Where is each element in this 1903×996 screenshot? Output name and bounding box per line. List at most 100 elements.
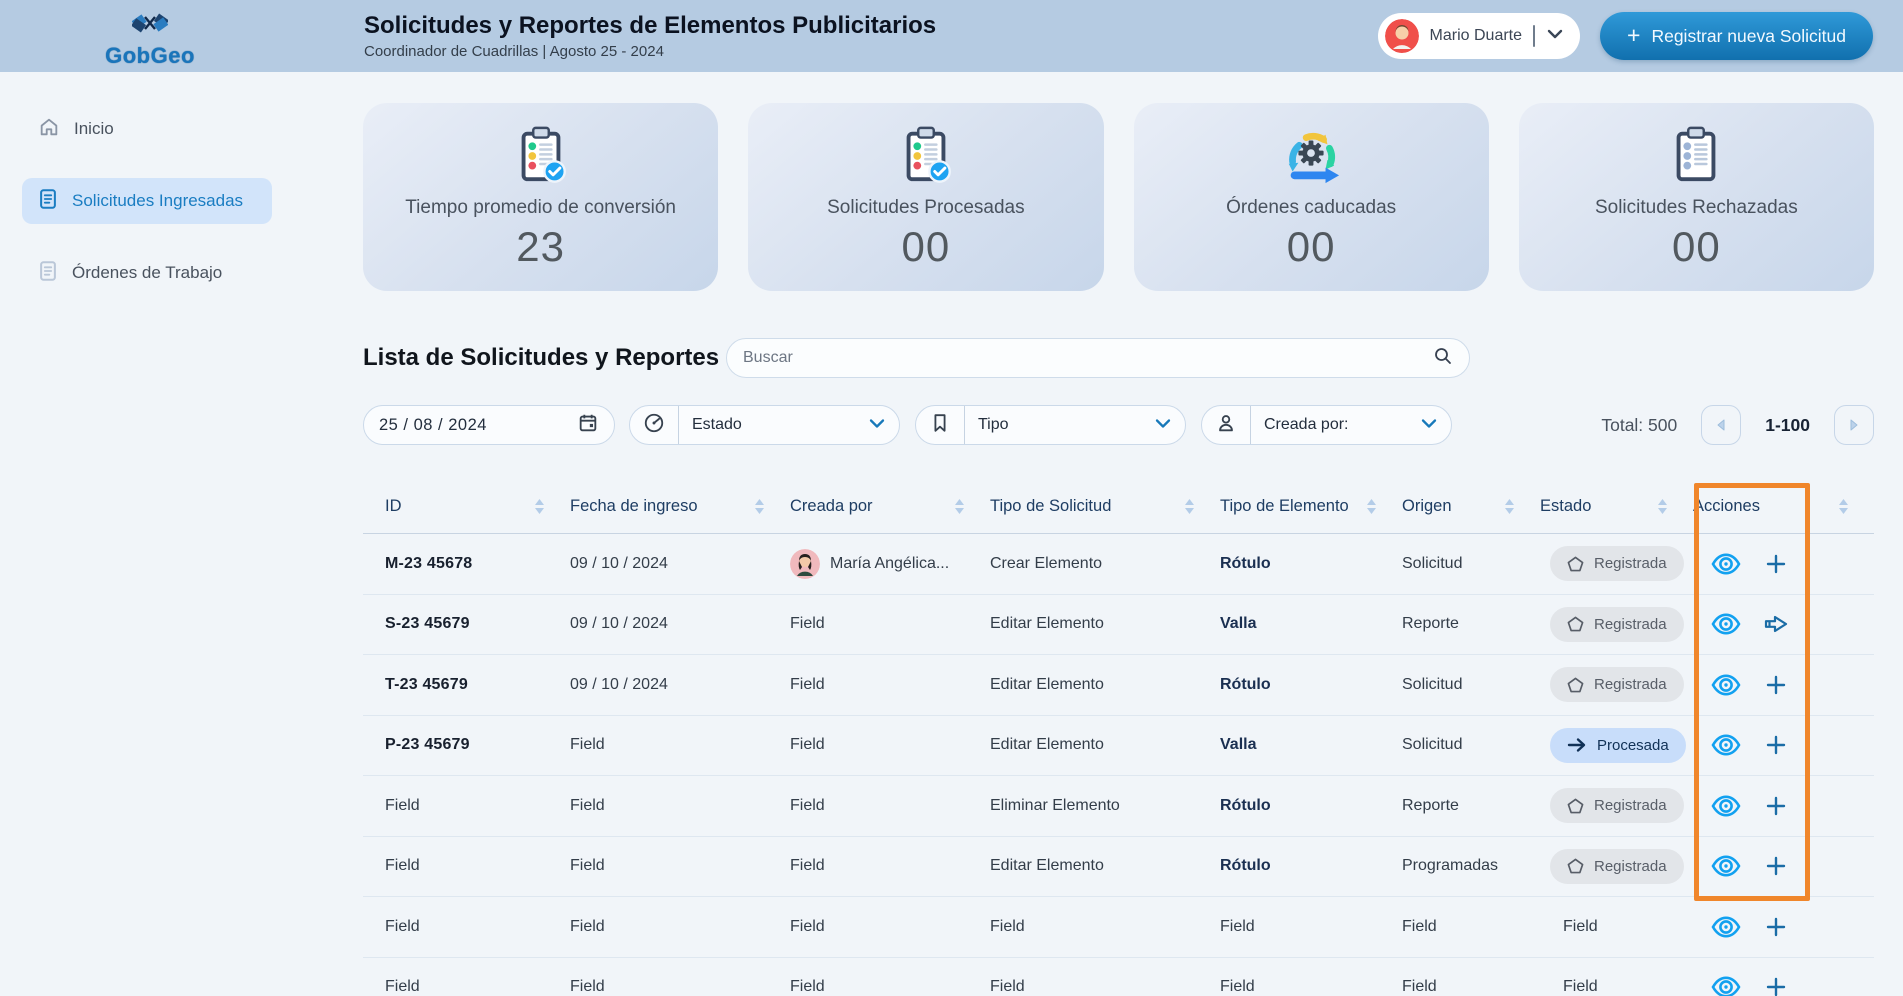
sidebar-item-0[interactable]: Inicio [22, 106, 272, 152]
table-row[interactable]: Field Field Field Field Field Field Fiel… [363, 897, 1874, 958]
stat-card-value: 00 [902, 223, 951, 271]
document-icon [38, 260, 58, 287]
app-logo[interactable]: GobGeo [0, 4, 300, 69]
cell-estado: Registrada [1540, 546, 1693, 581]
next-page-button[interactable] [1834, 405, 1874, 445]
clipboard-check-icon [895, 123, 957, 187]
add-action-button[interactable] [1761, 851, 1791, 881]
cell-fecha: 09 / 10 / 2024 [570, 676, 790, 694]
cell-tipo-solicitud: Eliminar Elemento [990, 797, 1220, 815]
list-title: Lista de Solicitudes y Reportes [363, 344, 726, 372]
sidebar-item-label: Solicitudes Ingresadas [72, 191, 243, 211]
cell-tipo-elemento: Rótulo [1220, 797, 1402, 815]
cell-origen: Field [1402, 918, 1540, 936]
cell-tipo-elemento: Valla [1220, 615, 1402, 633]
cell-fecha: 09 / 10 / 2024 [570, 555, 790, 573]
sidebar-item-label: Inicio [74, 119, 114, 139]
view-action-button[interactable] [1711, 549, 1741, 579]
add-action-button[interactable] [1761, 791, 1791, 821]
prev-page-button[interactable] [1701, 405, 1741, 445]
column-header: Fecha de ingreso [570, 497, 790, 516]
cell-fecha: Field [570, 797, 790, 815]
table-row[interactable]: P-23 45679 Field Field Editar Elemento V… [363, 716, 1874, 777]
app-header: GobGeo Solicitudes y Reportes de Element… [0, 0, 1903, 72]
cell-tipo-elemento: Rótulo [1220, 676, 1402, 694]
pentagon-icon [1567, 677, 1584, 693]
forward-action-button[interactable] [1761, 609, 1791, 639]
view-action-button[interactable] [1711, 972, 1741, 996]
chevron-down-icon [1421, 416, 1437, 434]
cell-origen: Solicitud [1402, 676, 1540, 694]
stat-card-label: Solicitudes Rechazadas [1595, 197, 1798, 219]
cell-tipo-solicitud: Field [990, 978, 1220, 996]
table-row[interactable]: Field Field Field Editar Elemento Rótulo… [363, 837, 1874, 898]
sort-icon[interactable] [1367, 499, 1376, 514]
table-row[interactable]: S-23 45679 09 / 10 / 2024 Field Editar E… [363, 595, 1874, 656]
view-action-button[interactable] [1711, 670, 1741, 700]
view-action-button[interactable] [1711, 791, 1741, 821]
chevron-down-icon[interactable] [1546, 27, 1564, 45]
table-row[interactable]: Field Field Field Eliminar Elemento Rótu… [363, 776, 1874, 837]
status-badge: Procesada [1550, 728, 1686, 763]
page-title: Solicitudes y Reportes de Elementos Publ… [364, 12, 936, 40]
table-row[interactable]: T-23 45679 09 / 10 / 2024 Field Editar E… [363, 655, 1874, 716]
cell-creada-por: Field [790, 736, 990, 754]
view-action-button[interactable] [1711, 730, 1741, 760]
user-menu[interactable]: Mario Duarte [1378, 13, 1580, 59]
cell-id: Field [385, 978, 570, 996]
cell-estado: Registrada [1540, 849, 1693, 884]
tipo-filter[interactable]: Tipo [915, 405, 1186, 445]
sort-icon[interactable] [955, 499, 964, 514]
stat-card-value: 00 [1287, 223, 1336, 271]
add-action-button[interactable] [1761, 670, 1791, 700]
triangle-left-icon [1713, 417, 1729, 433]
cell-estado: Registrada [1540, 607, 1693, 642]
creada-por-filter[interactable]: Creada por: [1201, 405, 1452, 445]
sort-icon[interactable] [1658, 499, 1667, 514]
logo-text: GobGeo [105, 43, 195, 69]
status-badge: Registrada [1550, 849, 1684, 884]
view-action-button[interactable] [1711, 912, 1741, 942]
add-action-button[interactable] [1761, 912, 1791, 942]
view-action-button[interactable] [1711, 609, 1741, 639]
estado-filter[interactable]: Estado [629, 405, 900, 445]
cell-acciones [1693, 730, 1874, 760]
cell-tipo-elemento: Rótulo [1220, 555, 1402, 573]
page-range: 1-100 [1765, 415, 1810, 436]
add-action-button[interactable] [1761, 972, 1791, 996]
cell-estado: Registrada [1540, 788, 1693, 823]
cell-creada-por: Field [790, 918, 990, 936]
sort-icon[interactable] [535, 499, 544, 514]
sidebar-item-label: Órdenes de Trabajo [72, 263, 222, 283]
document-icon [38, 188, 58, 215]
stat-card: Órdenes caducadas 00 [1134, 103, 1489, 291]
search-icon[interactable] [1433, 346, 1453, 371]
table-row[interactable]: M-23 45678 09 / 10 / 2024 María Angélica… [363, 534, 1874, 595]
cell-id: T-23 45679 [385, 676, 570, 694]
cell-tipo-elemento: Valla [1220, 736, 1402, 754]
view-action-button[interactable] [1711, 851, 1741, 881]
chevron-down-icon [869, 416, 885, 434]
search-input[interactable] [743, 349, 1433, 367]
chevron-down-icon [1155, 416, 1171, 434]
cell-tipo-solicitud: Editar Elemento [990, 676, 1220, 694]
add-action-button[interactable] [1761, 549, 1791, 579]
clipboard-check-icon [510, 123, 572, 187]
bookmark-icon [929, 412, 951, 439]
stat-card-value: 00 [1672, 223, 1721, 271]
date-filter[interactable]: 25 / 08 / 2024 [363, 405, 615, 445]
cell-tipo-elemento: Field [1220, 978, 1402, 996]
sort-icon[interactable] [755, 499, 764, 514]
search-bar[interactable] [726, 338, 1470, 378]
sort-icon[interactable] [1185, 499, 1194, 514]
add-action-button[interactable] [1761, 730, 1791, 760]
sort-icon[interactable] [1505, 499, 1514, 514]
register-solicitud-button[interactable]: + Registrar nueva Solicitud [1600, 12, 1873, 60]
sidebar-item-1[interactable]: Solicitudes Ingresadas [22, 178, 272, 224]
estado-text: Field [1550, 978, 1598, 995]
sort-icon[interactable] [1839, 499, 1848, 514]
table-row[interactable]: Field Field Field Field Field Field Fiel… [363, 958, 1874, 996]
sidebar-item-2[interactable]: Órdenes de Trabajo [22, 250, 272, 296]
cell-id: Field [385, 918, 570, 936]
cell-fecha: Field [570, 918, 790, 936]
